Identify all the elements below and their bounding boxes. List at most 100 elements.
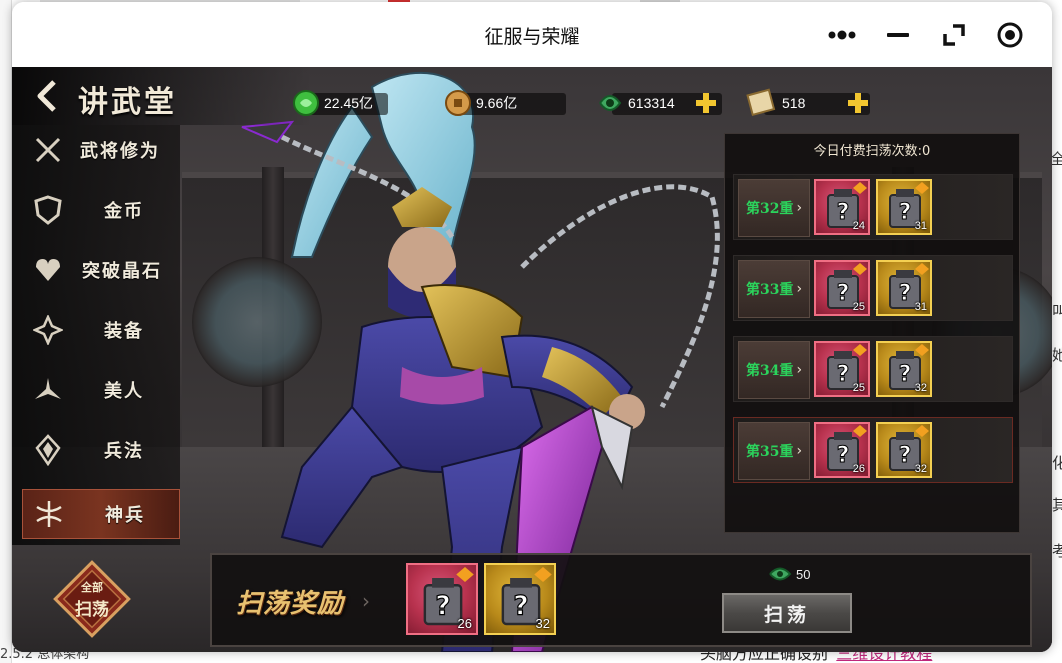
stage-row: 第35重 › ? 26 ? 32 [733, 417, 1013, 483]
bonus-badge-icon [853, 182, 867, 194]
sweep-all-line1: 全部 [81, 581, 103, 594]
svg-text:?: ? [837, 281, 850, 306]
crossed-swords-icon [28, 130, 68, 170]
sidebar-item-beauty[interactable]: 美人 [22, 365, 180, 415]
bonus-badge-icon [456, 567, 474, 582]
sidebar-item-general-cultivation[interactable]: 武将修为 [22, 125, 180, 175]
svg-text:?: ? [837, 200, 850, 225]
sidebar-item-label: 兵法 [104, 441, 144, 462]
resource-copper: 9.66亿 [444, 90, 517, 116]
resource-jade-ring: 613314 [596, 91, 675, 115]
sidebar-item-tactics[interactable]: 兵法 [22, 425, 180, 475]
sidebar-item-label: 装备 [104, 321, 144, 342]
bg-fragment: 考 [1052, 542, 1062, 560]
target-close-icon [997, 22, 1023, 48]
divine-weapon-icon [29, 494, 69, 534]
stage-32-button[interactable]: 第32重 › [738, 179, 810, 237]
red-treasure-bag[interactable]: ? 26 [814, 422, 870, 478]
minimize-button[interactable] [880, 18, 916, 52]
sidebar-item-label: 神兵 [105, 505, 145, 526]
sweep-button[interactable]: 扫荡 [722, 593, 852, 633]
reward-red-treasure-bag[interactable]: ? 26 [406, 563, 478, 635]
resource-jade: 22.45亿 [292, 90, 373, 116]
copper-coin-icon [445, 90, 471, 116]
svg-text:?: ? [837, 362, 850, 387]
paid-sweep-count: 今日付费扫荡次数:0 [813, 144, 931, 159]
sidebar-item-label: 突破晶石 [82, 261, 162, 282]
sidebar-item-label: 金币 [104, 201, 144, 222]
svg-text:?: ? [513, 590, 528, 621]
sidebar-item-equipment[interactable]: 装备 [22, 305, 180, 355]
more-dots-icon [828, 30, 856, 40]
svg-text:?: ? [837, 443, 850, 468]
restore-icon [943, 24, 965, 46]
add-jade-ring-button[interactable] [694, 91, 718, 115]
restore-button[interactable] [936, 18, 972, 52]
bonus-badge-icon [853, 425, 867, 437]
resource-scroll: 518 [746, 88, 805, 117]
sweep-cost: 50 [768, 563, 810, 585]
bg-fragment: 其 [1052, 496, 1062, 514]
gold-treasure-bag[interactable]: ? 32 [876, 422, 932, 478]
stage-panel: 今日付费扫荡次数:0 第32重 › ? 24 ? 31 第33重 › ? 25 … [724, 133, 1020, 533]
red-treasure-bag[interactable]: ? 25 [814, 341, 870, 397]
stage-row: 第34重 › ? 25 ? 32 [733, 336, 1013, 402]
gold-treasure-bag[interactable]: ? 31 [876, 260, 932, 316]
gold-treasure-bag[interactable]: ? 32 [876, 341, 932, 397]
stage-34-button[interactable]: 第34重 › [738, 341, 810, 399]
sweep-reward-bar: 扫荡奖励 › ? 26 ? 32 50 扫荡 [210, 553, 1032, 647]
svg-text:?: ? [899, 281, 912, 306]
sweep-all-button[interactable]: 全部 扫荡 [52, 559, 132, 639]
scroll-icon [746, 88, 776, 117]
red-treasure-bag[interactable]: ? 24 [814, 179, 870, 235]
svg-text:?: ? [899, 362, 912, 387]
green-jade-icon [293, 90, 319, 116]
shield-icon [28, 190, 68, 230]
reward-gold-treasure-bag[interactable]: ? 32 [484, 563, 556, 635]
jade-ring-icon [599, 95, 622, 111]
sweep-reward-title: 扫荡奖励 [236, 589, 345, 619]
jade-ring-icon [769, 567, 792, 581]
gold-treasure-bag[interactable]: ? 31 [876, 179, 932, 235]
svg-text:?: ? [899, 200, 912, 225]
equipment-icon [28, 310, 68, 350]
svg-text:?: ? [899, 443, 912, 468]
sweep-all-line2: 扫荡 [75, 600, 109, 620]
page-title: 讲武堂 [78, 85, 177, 120]
stage-row: 第32重 › ? 24 ? 31 [733, 174, 1013, 240]
stage-35-button[interactable]: 第35重 › [738, 422, 810, 480]
bg-left-gutter [0, 0, 12, 663]
sidebar-item-divine-weapon[interactable]: 神兵 [22, 489, 180, 539]
bonus-badge-icon [915, 263, 929, 275]
bg-fragment: 她 [1052, 346, 1062, 364]
game-canvas: 讲武堂 22.45亿 9.66亿 613314 518 武将修为 金币 突破晶石… [12, 67, 1052, 652]
bg-fragment: 化 [1052, 454, 1062, 472]
red-treasure-bag[interactable]: ? 25 [814, 260, 870, 316]
add-scroll-button[interactable] [846, 91, 870, 115]
sidebar-item-label: 美人 [104, 381, 144, 402]
stage-row: 第33重 › ? 25 ? 31 [733, 255, 1013, 321]
more-options-button[interactable] [824, 18, 860, 52]
svg-text:?: ? [435, 590, 450, 621]
bonus-badge-icon [915, 182, 929, 194]
close-target-button[interactable] [992, 18, 1028, 52]
stage-33-button[interactable]: 第33重 › [738, 260, 810, 318]
heart-gem-icon [28, 250, 68, 290]
bonus-badge-icon [915, 344, 929, 356]
sidebar-item-label: 武将修为 [80, 141, 160, 162]
bonus-badge-icon [915, 425, 929, 437]
mini-program-window: 征服与荣耀 讲武堂 22.45亿 9.66亿 613314 518 武将修为 金… [12, 2, 1052, 652]
sidebar: 武将修为 金币 突破晶石 装备 美人 兵法 神兵 [12, 125, 180, 545]
chevron-right-icon: › [362, 589, 370, 613]
sidebar-item-gold[interactable]: 金币 [22, 185, 180, 235]
bonus-badge-icon [534, 567, 552, 582]
window-titlebar: 征服与荣耀 [12, 2, 1052, 67]
bg-fragment: 叫 [1052, 302, 1062, 320]
tactics-icon [28, 430, 68, 470]
beauty-icon [28, 370, 68, 410]
back-arrow-icon[interactable] [34, 79, 62, 113]
bonus-badge-icon [853, 263, 867, 275]
minimize-icon [887, 33, 909, 37]
sidebar-item-breakthrough-crystal[interactable]: 突破晶石 [22, 245, 180, 295]
bonus-badge-icon [853, 344, 867, 356]
